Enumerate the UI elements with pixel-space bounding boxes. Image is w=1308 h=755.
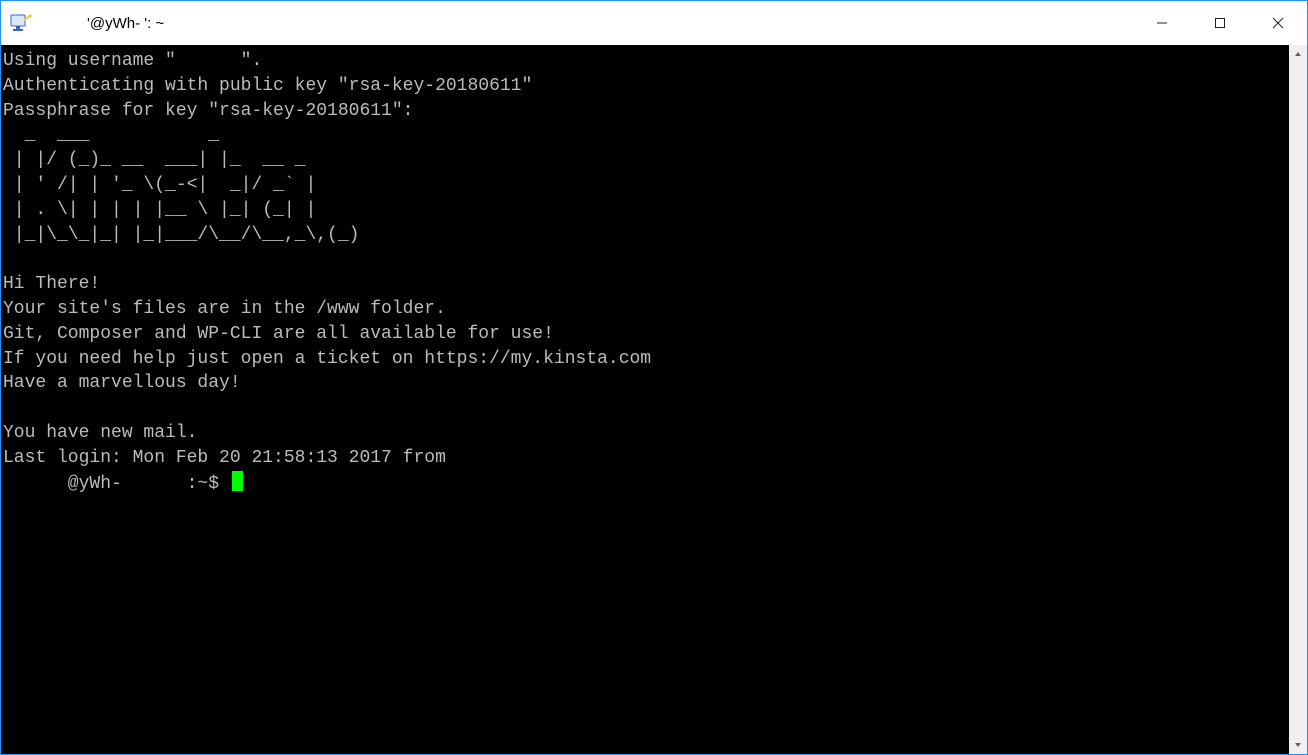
terminal-line: You have new mail. <box>3 423 197 443</box>
terminal-line: Passphrase for key "rsa-key-20180611": <box>3 101 413 121</box>
titlebar-left: '@yWh- ': ~ <box>9 11 164 35</box>
terminal-line: Git, Composer and WP-CLI are all availab… <box>3 324 554 344</box>
putty-icon <box>9 11 33 35</box>
client-area: Using username " ". Authenticating with … <box>1 45 1307 754</box>
terminal-line: Using username " ". <box>3 51 262 71</box>
shell-prompt: @yWh- :~$ <box>3 474 230 494</box>
terminal-line: |_|\_\_|_| |_|___/\__/\__,_\,(_) <box>3 225 359 245</box>
terminal-line: Last login: Mon Feb 20 21:58:13 2017 fro… <box>3 448 446 468</box>
terminal-line: | ' /| | '_ \(_-<| _|/ _` | <box>3 175 316 195</box>
terminal-line: Hi There! <box>3 274 100 294</box>
terminal-line: Your site's files are in the /www folder… <box>3 299 446 319</box>
scroll-up-arrow-icon[interactable] <box>1289 45 1307 63</box>
terminal-line: If you need help just open a ticket on h… <box>3 349 651 369</box>
putty-window: '@yWh- ': ~ Using username " ". Authenti… <box>0 0 1308 755</box>
terminal-line: Have a marvellous day! <box>3 373 241 393</box>
terminal-line: Authenticating with public key "rsa-key-… <box>3 76 532 96</box>
minimize-button[interactable] <box>1133 1 1191 45</box>
maximize-button[interactable] <box>1191 1 1249 45</box>
scroll-down-arrow-icon[interactable] <box>1289 736 1307 754</box>
cursor <box>232 471 243 491</box>
window-title: '@yWh- ': ~ <box>47 15 164 32</box>
vertical-scrollbar[interactable] <box>1289 45 1307 754</box>
terminal-line: | . \| | | | |__ \ |_| (_| | <box>3 200 316 220</box>
close-button[interactable] <box>1249 1 1307 45</box>
window-controls <box>1133 1 1307 45</box>
terminal-line: | |/ (_)_ __ ___| |_ __ _ <box>3 150 305 170</box>
terminal[interactable]: Using username " ". Authenticating with … <box>1 45 1289 754</box>
terminal-line: _ ___ _ <box>3 125 219 145</box>
titlebar[interactable]: '@yWh- ': ~ <box>1 1 1307 45</box>
